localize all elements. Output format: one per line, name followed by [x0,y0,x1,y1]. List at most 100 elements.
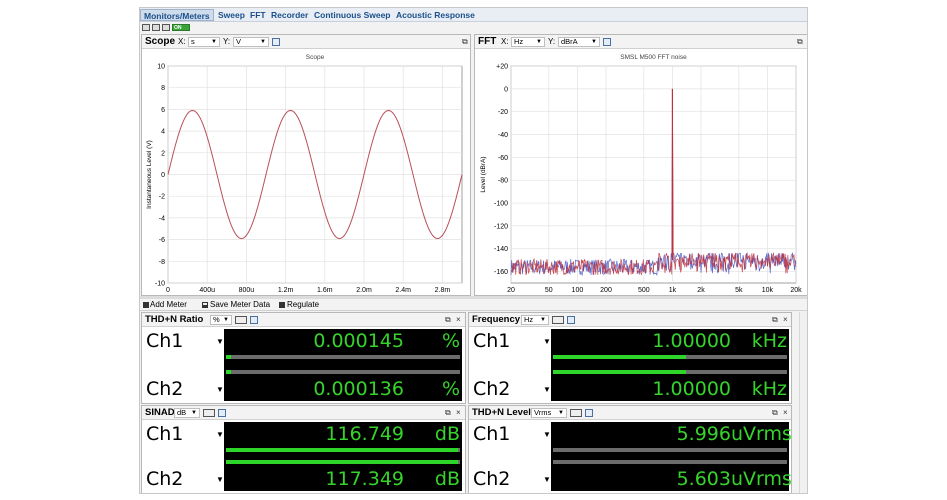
meter-popout-icon[interactable]: ⧉ [445,409,453,417]
channel-dropdown-icon[interactable]: ▼ [216,475,224,484]
fft-x-label: X: [501,37,509,46]
y-tick-label: -60 [498,155,508,162]
save-meter-data-button[interactable]: Save Meter Data [210,299,270,311]
x-tick-label: 50 [545,287,553,294]
meter-unit: uVrms [731,468,792,490]
meter-close-icon[interactable]: × [783,316,791,324]
meter-unit-value: % [213,315,220,324]
tab-fft[interactable]: FFT [247,9,269,21]
scope-y-unit-select[interactable]: V ▼ [233,37,269,47]
plot-area [510,65,797,284]
y-tick-label: -8 [159,259,165,266]
x-tick-label: 1.2m [278,287,294,294]
tab-acoustic-response[interactable]: Acoustic Response [393,9,478,21]
meter-value: 5.603 [676,468,731,490]
y-tick-label: -20 [498,109,508,116]
meter-value: 0.000136 [313,378,404,400]
fft-popout-icon[interactable]: ⧉ [797,38,805,46]
meter-value: 1.00000 [652,330,731,352]
level-bar [226,448,460,452]
meter-value: 5.996 [676,423,731,445]
fft-settings-icon[interactable] [603,38,611,46]
tab-sweep[interactable]: Sweep [215,9,248,21]
tab-monitors-meters[interactable]: Monitors/Meters [140,9,214,21]
meter-thdn-level: THD+N Level Vrms ▼ ⧉ × Ch1 ▼ 5.996 uVrms Ch2 ▼ 5.60… [468,405,792,493]
meter-unit-select[interactable]: dB ▼ [174,408,200,418]
chevron-down-icon: ▼ [536,39,542,45]
tab-bar: Monitors/Meters Sweep FFT Recorder Conti… [140,8,807,22]
y-axis-label: Instantaneous Level (V) [146,140,153,209]
chevron-down-icon: ▼ [223,317,229,323]
channel-dropdown-icon[interactable]: ▼ [216,337,224,346]
y-tick-label: -160 [494,269,508,276]
fft-y-unit-select[interactable]: dBrA ▼ [558,37,600,47]
channel-label: Ch1 [473,330,511,352]
scope-panel: Scope X: s ▼ Y: V ▼ ⧉ Scope 10 8 6 4 2 0 -2 -4 -6 -8… [141,34,471,296]
window-icon[interactable] [162,24,170,31]
meter-settings-icon[interactable] [218,409,226,417]
y-tick-label: 2 [161,150,165,157]
scope-header: Scope X: s ▼ Y: V ▼ ⧉ [142,35,470,49]
meters-scrollbar[interactable] [799,312,807,493]
chart-title: SMSL M500 FFT noise [620,54,687,61]
meter-unit-select[interactable]: Hz ▼ [521,315,549,325]
meter-popout-icon[interactable]: ⧉ [445,316,453,324]
channel-dropdown-icon[interactable]: ▼ [543,385,551,394]
meter-popout-icon[interactable]: ⧉ [772,409,780,417]
add-meter-button[interactable]: Add Meter [150,299,187,311]
chart-title: Scope [306,54,325,61]
channel-label: Ch1 [146,330,184,352]
meter-popout-icon[interactable]: ⧉ [772,316,780,324]
level-bar [553,370,787,374]
meter-header: THD+N Level Vrms ▼ ⧉ × [469,406,791,420]
y-tick-label: +20 [496,64,508,71]
level-bar [553,460,787,464]
chevron-down-icon: ▼ [558,410,564,416]
meter-title: Frequency [472,314,521,325]
meter-unit: uVrms [731,423,792,445]
quick-toolbar: ON [140,23,807,33]
fft-y-label: Y: [548,37,556,46]
fft-x-unit-select[interactable]: Hz ▼ [511,37,545,47]
meter-close-icon[interactable]: × [456,409,464,417]
layout-icon[interactable] [142,24,150,31]
meter-menu-icon[interactable] [570,409,582,417]
meter-close-icon[interactable]: × [783,409,791,417]
channel-dropdown-icon[interactable]: ▼ [543,475,551,484]
channel-dropdown-icon[interactable]: ▼ [543,430,551,439]
channel-dropdown-icon[interactable]: ▼ [216,385,224,394]
channel-dropdown-icon[interactable]: ▼ [543,337,551,346]
save-icon [202,302,208,308]
chevron-down-icon: ▼ [211,39,217,45]
meter-header: THD+N Ratio% ▼ ⧉ × [142,313,465,327]
scope-settings-icon[interactable] [272,38,280,46]
meter-settings-icon[interactable] [585,409,593,417]
grid-icon[interactable] [152,24,160,31]
tab-continuous-sweep[interactable]: Continuous Sweep [311,9,394,21]
regulate-button[interactable]: Regulate [287,299,319,311]
level-bar-fill [226,448,458,452]
meter-settings-icon[interactable] [250,316,258,324]
meter-menu-icon[interactable] [235,316,247,324]
meter-close-icon[interactable]: × [456,316,464,324]
y-tick-label: -100 [494,201,508,208]
generator-on-toggle[interactable]: ON [172,24,190,31]
channel-label: Ch2 [473,378,511,400]
fft-x-unit-value: Hz [514,37,524,46]
level-bar [226,355,460,359]
meter-unit-value: Vrms [534,408,552,417]
tab-recorder[interactable]: Recorder [268,9,311,21]
scope-popout-icon[interactable]: ⧉ [462,38,470,46]
meter-menu-icon[interactable] [552,316,564,324]
channel-dropdown-icon[interactable]: ▼ [216,430,224,439]
scope-x-unit-select[interactable]: s ▼ [188,37,220,47]
level-bar [226,370,460,374]
meter-value: 1.00000 [652,378,731,400]
level-bar [226,460,460,464]
level-bar-fill [226,460,458,464]
meter-unit-select[interactable]: Vrms ▼ [531,408,567,418]
meter-unit-select[interactable]: % ▼ [210,315,232,325]
meter-menu-icon[interactable] [203,409,215,417]
chevron-down-icon: ▼ [191,410,197,416]
meter-settings-icon[interactable] [567,316,575,324]
